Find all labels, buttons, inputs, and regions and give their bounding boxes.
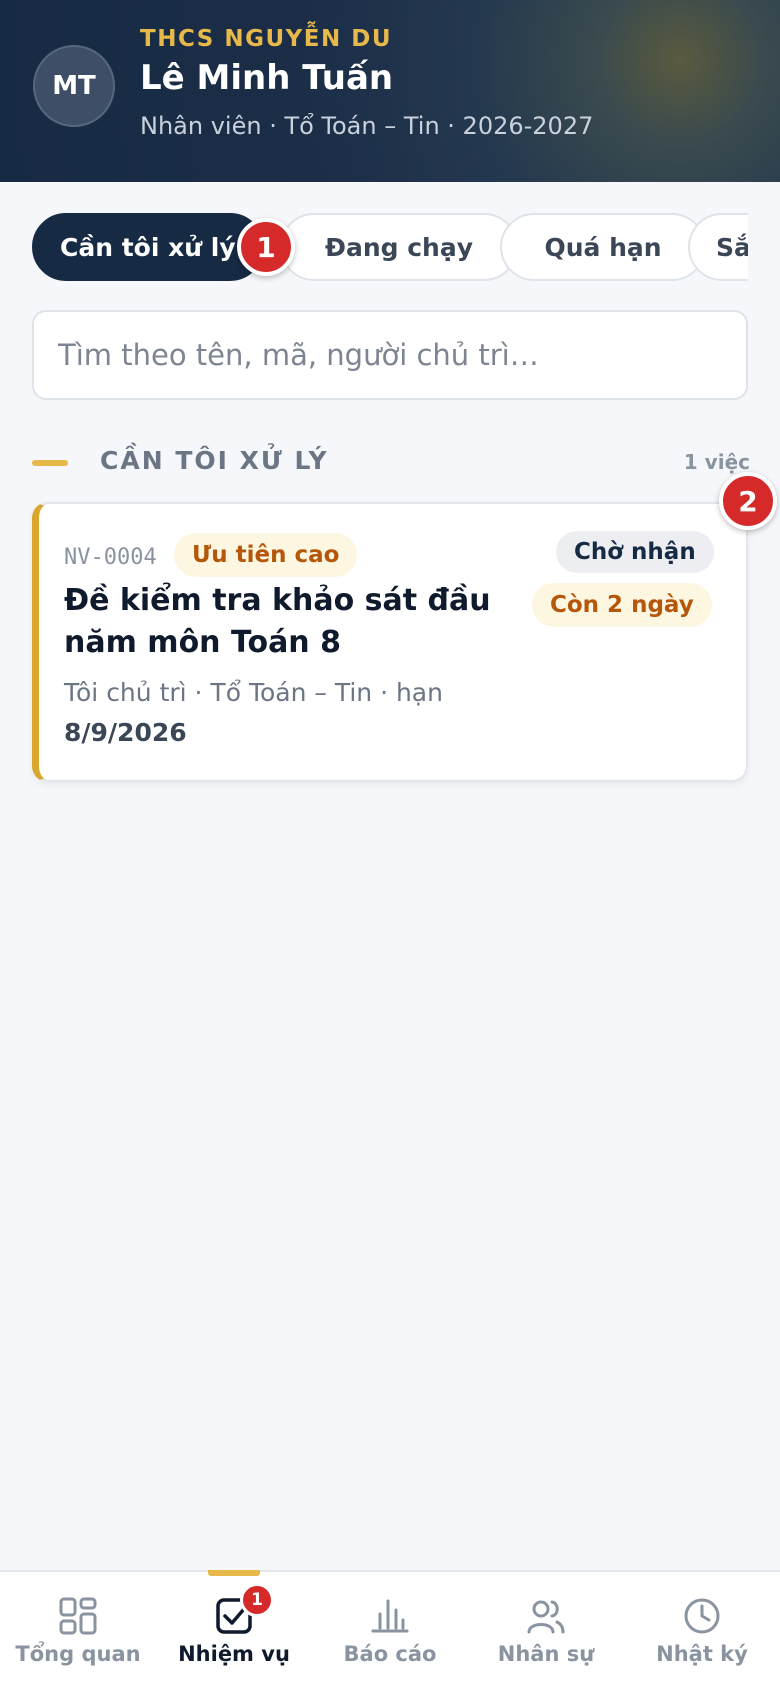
- nav-label: Nhật ký: [656, 1642, 748, 1666]
- grid-icon: [59, 1597, 97, 1635]
- status-badge: Chờ nhận: [556, 531, 714, 573]
- due-badge: Còn 2 ngày: [532, 583, 712, 627]
- task-title[interactable]: Đề kiểm tra khảo sát đầu năm môn Toán 8: [64, 580, 524, 664]
- step-marker-2: 2: [719, 472, 777, 530]
- users-icon: [527, 1600, 565, 1634]
- task-meta-text: Tôi chủ trì · Tổ Toán – Tin · hạn: [64, 678, 443, 707]
- profile-header: MT THCS NGUYỄN DU Lê Minh Tuấn Nhân viên…: [0, 0, 780, 182]
- section-title: CẦN TÔI XỬ LÝ: [100, 446, 329, 475]
- tab-upcoming[interactable]: Sắ: [688, 213, 748, 281]
- active-nav-indicator: [208, 1570, 260, 1576]
- user-name: Lê Minh Tuấn: [140, 58, 394, 98]
- nav-item-tasks[interactable]: Nhiệm vụ: [156, 1572, 312, 1688]
- school-name: THCS NGUYỄN DU: [140, 26, 393, 52]
- nav-item-overview[interactable]: Tổng quan: [0, 1572, 156, 1688]
- nav-item-staff[interactable]: Nhân sự: [468, 1572, 624, 1688]
- nav-label: Nhân sự: [497, 1642, 595, 1666]
- nav-item-log[interactable]: Nhật ký: [624, 1572, 780, 1688]
- priority-badge: Ưu tiên cao: [174, 533, 358, 577]
- tab-overdue[interactable]: Quá hạn: [500, 213, 706, 281]
- bar-chart-icon: [371, 1599, 409, 1633]
- step-marker-1: 1: [237, 218, 295, 276]
- nav-label: Tổng quan: [15, 1642, 141, 1666]
- nav-tasks-count-badge: 1: [240, 1583, 274, 1617]
- search-input[interactable]: [32, 310, 748, 400]
- section-accent-bar: [32, 460, 68, 466]
- avatar[interactable]: MT: [33, 45, 115, 127]
- user-role-line: Nhân viên · Tổ Toán – Tin · 2026-2027: [140, 112, 594, 140]
- task-meta: Tôi chủ trì · Tổ Toán – Tin · hạn 8/9/202…: [64, 673, 504, 753]
- section-count: 1 việc: [683, 450, 750, 474]
- task-deadline: 8/9/2026: [64, 718, 187, 747]
- task-code: NV-0004: [64, 545, 157, 570]
- clock-icon: [684, 1598, 720, 1634]
- nav-item-reports[interactable]: Báo cáo: [312, 1572, 468, 1688]
- nav-label: Báo cáo: [343, 1642, 437, 1666]
- bottom-nav: Tổng quan Nhiệm vụ Báo cáo Nhân sự Nhật …: [0, 1570, 780, 1688]
- filter-tabs: Cần tôi xử lý Đang chạy Quá hạn Sắ: [32, 213, 748, 283]
- nav-label: Nhiệm vụ: [178, 1642, 290, 1666]
- tab-need-action[interactable]: Cần tôi xử lý: [32, 213, 264, 281]
- tab-running[interactable]: Đang chạy: [280, 213, 518, 281]
